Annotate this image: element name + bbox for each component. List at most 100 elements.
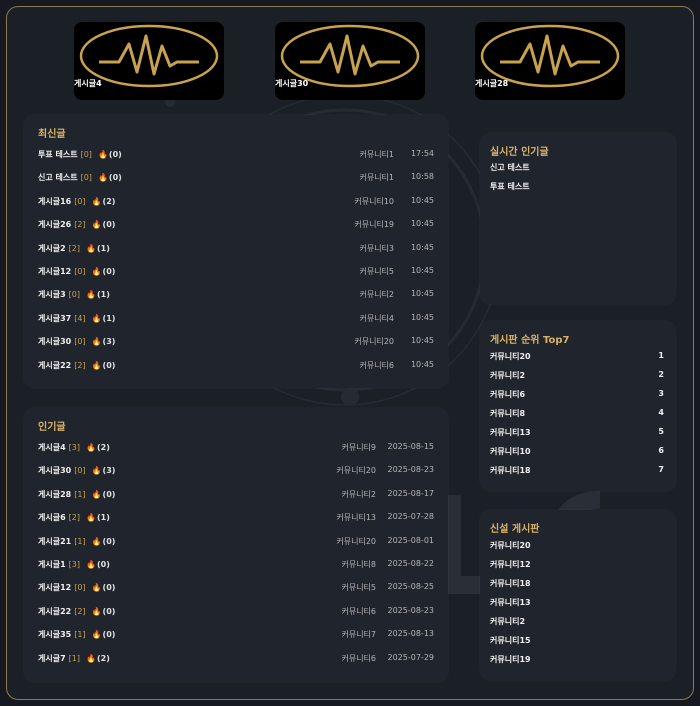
post-row[interactable]: 게시글12 [0] 🔥(0) 커뮤니티5 2025-08-25 [38, 582, 434, 596]
thumbnail-card[interactable]: 게시글4 [74, 22, 224, 100]
post-title-group[interactable]: 게시글37 [4] 🔥(1) [38, 313, 115, 324]
post-row[interactable]: 게시글6 [2] 🔥(1) 커뮤니티13 2025-07-28 [38, 512, 434, 526]
ranking-row[interactable]: 커뮤니티13 5 [490, 427, 664, 439]
post-row[interactable]: 게시글21 [1] 🔥(0) 커뮤니티20 2025-08-01 [38, 536, 434, 550]
community-name[interactable]: 커뮤니티20 [336, 465, 376, 476]
board-name[interactable]: 커뮤니티6 [490, 390, 525, 399]
community-name[interactable]: 커뮤니티2 [341, 489, 376, 500]
post-title-group[interactable]: 게시글12 [0] 🔥(0) [38, 266, 115, 277]
community-name[interactable]: 커뮤니티19 [354, 219, 394, 230]
post-title-group[interactable]: 게시글16 [0] 🔥(2) [38, 196, 115, 207]
post-title[interactable]: 게시글2 [38, 244, 66, 253]
community-name[interactable]: 커뮤니티9 [341, 442, 376, 453]
post-title-group[interactable]: 게시글28 [1] 🔥(0) [38, 489, 115, 500]
community-name[interactable]: 커뮤니티20 [354, 336, 394, 347]
post-row[interactable]: 게시글2 [2] 🔥(1) 커뮤니티3 10:45 [38, 243, 434, 257]
realtime-post-link[interactable]: 투표 테스트 [490, 181, 530, 192]
post-row[interactable]: 투표 테스트 [0] 🔥(0) 커뮤니티1 17:54 [38, 149, 434, 163]
post-title-group[interactable]: 투표 테스트 [0] 🔥(0) [38, 149, 122, 160]
community-name[interactable]: 커뮤니티1 [359, 149, 394, 160]
post-title[interactable]: 신고 테스트 [38, 173, 78, 182]
post-title[interactable]: 게시글22 [38, 361, 71, 370]
post-row[interactable]: 게시글22 [2] 🔥(0) 커뮤니티6 10:45 [38, 360, 434, 374]
new-board-link[interactable]: 커뮤니티19 [490, 654, 531, 665]
post-row[interactable]: 게시글28 [1] 🔥(0) 커뮤니티2 2025-08-17 [38, 489, 434, 503]
post-title[interactable]: 게시글30 [38, 337, 71, 346]
post-title-group[interactable]: 게시글22 [2] 🔥(0) [38, 606, 115, 617]
thumbnail-card[interactable]: 게시글28 [475, 22, 625, 100]
post-row[interactable]: 게시글16 [0] 🔥(2) 커뮤니티10 10:45 [38, 196, 434, 210]
community-name[interactable]: 커뮤니티7 [341, 629, 376, 640]
post-title[interactable]: 게시글30 [38, 466, 71, 475]
community-name[interactable]: 커뮤니티5 [341, 582, 376, 593]
post-row[interactable]: 게시글7 [1] 🔥(2) 커뮤니티6 2025-07-29 [38, 653, 434, 667]
community-name[interactable]: 커뮤니티5 [359, 266, 394, 277]
post-title-group[interactable]: 게시글7 [1] 🔥(2) [38, 653, 110, 664]
new-board-link[interactable]: 커뮤니티18 [490, 578, 531, 589]
community-name[interactable]: 커뮤니티1 [359, 172, 394, 183]
post-row[interactable]: 게시글35 [1] 🔥(0) 커뮤니티7 2025-08-13 [38, 629, 434, 643]
post-row[interactable]: 게시글37 [4] 🔥(1) 커뮤니티4 10:45 [38, 313, 434, 327]
ranking-row[interactable]: 커뮤니티6 3 [490, 389, 664, 401]
community-name[interactable]: 커뮤니티6 [341, 606, 376, 617]
post-row[interactable]: 게시글26 [2] 🔥(0) 커뮤니티19 10:45 [38, 219, 434, 233]
post-title-group[interactable]: 게시글2 [2] 🔥(1) [38, 243, 110, 254]
new-board-link[interactable]: 커뮤니티20 [490, 540, 531, 551]
board-name[interactable]: 커뮤니티2 [490, 371, 525, 380]
board-name[interactable]: 커뮤니티8 [490, 409, 525, 418]
post-title[interactable]: 게시글4 [38, 443, 66, 452]
thumbnail-card[interactable]: 게시글30 [275, 22, 425, 100]
new-board-link[interactable]: 커뮤니티12 [490, 559, 531, 570]
new-board-link[interactable]: 커뮤니티2 [490, 616, 525, 627]
post-title-group[interactable]: 게시글30 [0] 🔥(3) [38, 465, 115, 476]
post-title-group[interactable]: 게시글21 [1] 🔥(0) [38, 536, 115, 547]
post-row[interactable]: 게시글30 [0] 🔥(3) 커뮤니티20 2025-08-23 [38, 465, 434, 479]
community-name[interactable]: 커뮤니티4 [359, 313, 394, 324]
board-name[interactable]: 커뮤니티20 [490, 352, 531, 361]
post-title-group[interactable]: 신고 테스트 [0] 🔥(0) [38, 172, 122, 183]
community-name[interactable]: 커뮤니티2 [359, 289, 394, 300]
ranking-row[interactable]: 커뮤니티20 1 [490, 351, 664, 363]
community-name[interactable]: 커뮤니티13 [336, 512, 376, 523]
post-title[interactable]: 게시글35 [38, 630, 71, 639]
post-title[interactable]: 게시글16 [38, 197, 71, 206]
post-row[interactable]: 게시글3 [0] 🔥(1) 커뮤니티2 10:45 [38, 289, 434, 303]
post-title[interactable]: 게시글3 [38, 290, 66, 299]
post-title-group[interactable]: 게시글22 [2] 🔥(0) [38, 360, 115, 371]
ranking-row[interactable]: 커뮤니티2 2 [490, 370, 664, 382]
post-title[interactable]: 게시글12 [38, 583, 71, 592]
ranking-row[interactable]: 커뮤니티10 6 [490, 446, 664, 458]
community-name[interactable]: 커뮤니티6 [341, 653, 376, 664]
post-title[interactable]: 게시글22 [38, 607, 71, 616]
post-title[interactable]: 투표 테스트 [38, 150, 78, 159]
community-name[interactable]: 커뮤니티6 [359, 360, 394, 371]
post-title-group[interactable]: 게시글35 [1] 🔥(0) [38, 629, 115, 640]
post-row[interactable]: 게시글22 [2] 🔥(0) 커뮤니티6 2025-08-23 [38, 606, 434, 620]
new-board-link[interactable]: 커뮤니티15 [490, 635, 531, 646]
post-title-group[interactable]: 게시글26 [2] 🔥(0) [38, 219, 115, 230]
post-title[interactable]: 게시글7 [38, 654, 66, 663]
post-title[interactable]: 게시글1 [38, 560, 66, 569]
post-row[interactable]: 게시글1 [3] 🔥(0) 커뮤니티8 2025-08-22 [38, 559, 434, 573]
post-title-group[interactable]: 게시글30 [0] 🔥(3) [38, 336, 115, 347]
post-title[interactable]: 게시글12 [38, 267, 71, 276]
post-title-group[interactable]: 게시글4 [3] 🔥(2) [38, 442, 110, 453]
community-name[interactable]: 커뮤니티10 [354, 196, 394, 207]
ranking-row[interactable]: 커뮤니티8 4 [490, 408, 664, 420]
post-title[interactable]: 게시글28 [38, 490, 71, 499]
post-row[interactable]: 게시글4 [3] 🔥(2) 커뮤니티9 2025-08-15 [38, 442, 434, 456]
post-title-group[interactable]: 게시글3 [0] 🔥(1) [38, 289, 110, 300]
post-title[interactable]: 게시글6 [38, 513, 66, 522]
community-name[interactable]: 커뮤니티3 [359, 243, 394, 254]
post-row[interactable]: 신고 테스트 [0] 🔥(0) 커뮤니티1 10:58 [38, 172, 434, 186]
post-title[interactable]: 게시글21 [38, 537, 71, 546]
post-title[interactable]: 게시글37 [38, 314, 71, 323]
board-name[interactable]: 커뮤니티13 [490, 428, 531, 437]
realtime-post-link[interactable]: 신고 테스트 [490, 162, 530, 173]
community-name[interactable]: 커뮤니티20 [336, 536, 376, 547]
community-name[interactable]: 커뮤니티8 [341, 559, 376, 570]
post-title-group[interactable]: 게시글1 [3] 🔥(0) [38, 559, 110, 570]
post-title-group[interactable]: 게시글12 [0] 🔥(0) [38, 582, 115, 593]
post-row[interactable]: 게시글12 [0] 🔥(0) 커뮤니티5 10:45 [38, 266, 434, 280]
board-name[interactable]: 커뮤니티18 [490, 466, 531, 475]
